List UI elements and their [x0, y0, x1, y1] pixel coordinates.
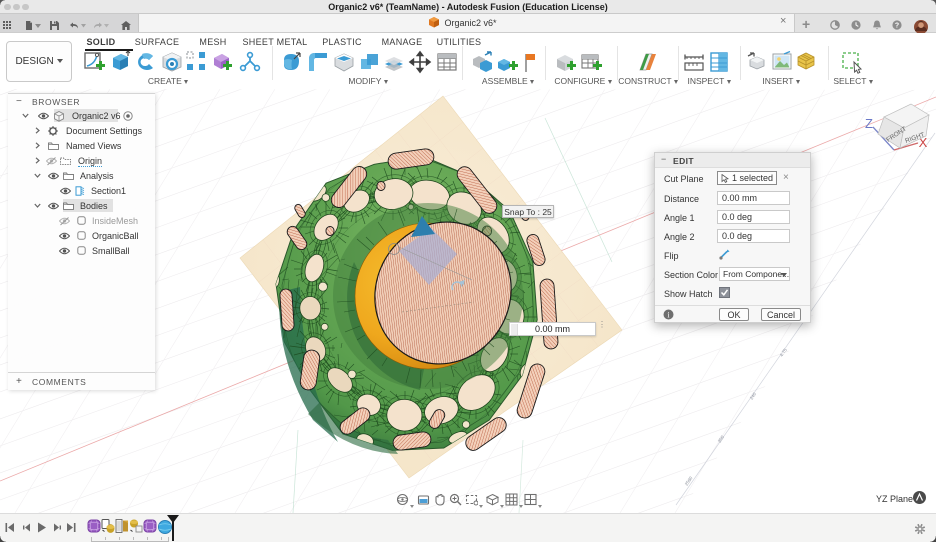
- svg-text:4.75: 4.75: [779, 347, 788, 357]
- svg-text:?: ?: [895, 23, 899, 30]
- svg-text:Z: Z: [865, 116, 873, 131]
- svg-text:240: 240: [749, 391, 758, 400]
